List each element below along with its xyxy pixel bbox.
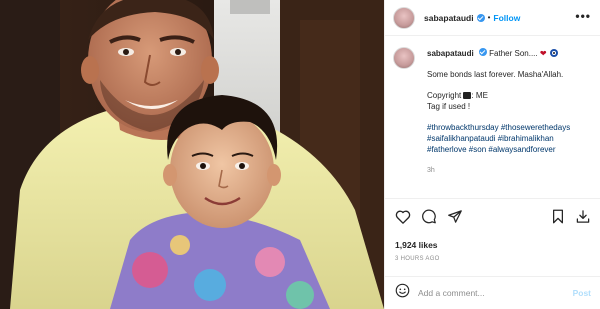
more-options-icon[interactable]: ••• [575, 10, 591, 22]
bookmark-icon[interactable] [551, 209, 565, 229]
comment-input[interactable] [418, 288, 558, 298]
comment-bubble-icon[interactable] [421, 209, 437, 229]
username-link[interactable]: sabapataudi [424, 13, 474, 23]
posted-time[interactable]: 3 HOURS AGO [395, 256, 440, 262]
verified-badge-icon [476, 13, 485, 22]
post-header: sabapataudi • Follow ••• [385, 0, 600, 36]
heart-emoji-icon: ❤ [539, 49, 547, 58]
photo-illustration [0, 0, 384, 309]
follow-button[interactable]: Follow [493, 13, 520, 23]
comment-bar: Post [385, 276, 600, 309]
evil-eye-emoji-icon [549, 49, 558, 57]
caption-body: sabapataudi Father Son.... ❤ Some bonds … [427, 48, 570, 176]
caption-username[interactable]: sabapataudi [427, 49, 474, 58]
post-photo[interactable] [0, 0, 384, 309]
verified-badge-icon [478, 48, 487, 56]
caption-time: 3h [427, 167, 435, 174]
action-bar [385, 198, 600, 238]
download-icon[interactable] [575, 209, 591, 229]
separator-dot: • [487, 13, 491, 22]
likes-count[interactable]: 1,924 likes [395, 240, 438, 250]
tag-line: Tag if used ! [427, 102, 471, 111]
post-comment-button[interactable]: Post [573, 288, 591, 298]
post-side-panel: sabapataudi • Follow ••• sabapataudi Fat… [384, 0, 600, 309]
paper-plane-icon[interactable] [447, 209, 463, 229]
caption: sabapataudi Father Son.... ❤ Some bonds … [393, 47, 593, 176]
hashtag-line[interactable]: #throwbackthursday #thosewerethedays [427, 122, 570, 133]
caption-title: Father Son.... [489, 49, 538, 58]
heart-icon[interactable] [395, 209, 411, 229]
caption-line: Some bonds last forever. Masha'Allah. [427, 70, 564, 79]
smiley-icon[interactable] [395, 283, 410, 303]
copyright-prefix: Copyright [427, 91, 462, 100]
instagram-post: sabapataudi • Follow ••• sabapataudi Fat… [0, 0, 600, 309]
avatar[interactable] [393, 6, 415, 29]
caption-avatar[interactable] [393, 47, 415, 69]
clapperboard-emoji-icon [463, 92, 472, 99]
copyright-suffix: : ME [471, 91, 488, 100]
hashtag-line[interactable]: #saifalikhanpataudi #ibrahimalikhan [427, 133, 570, 144]
hashtag-line[interactable]: #fatherlove #son #alwaysandforever [427, 144, 570, 155]
